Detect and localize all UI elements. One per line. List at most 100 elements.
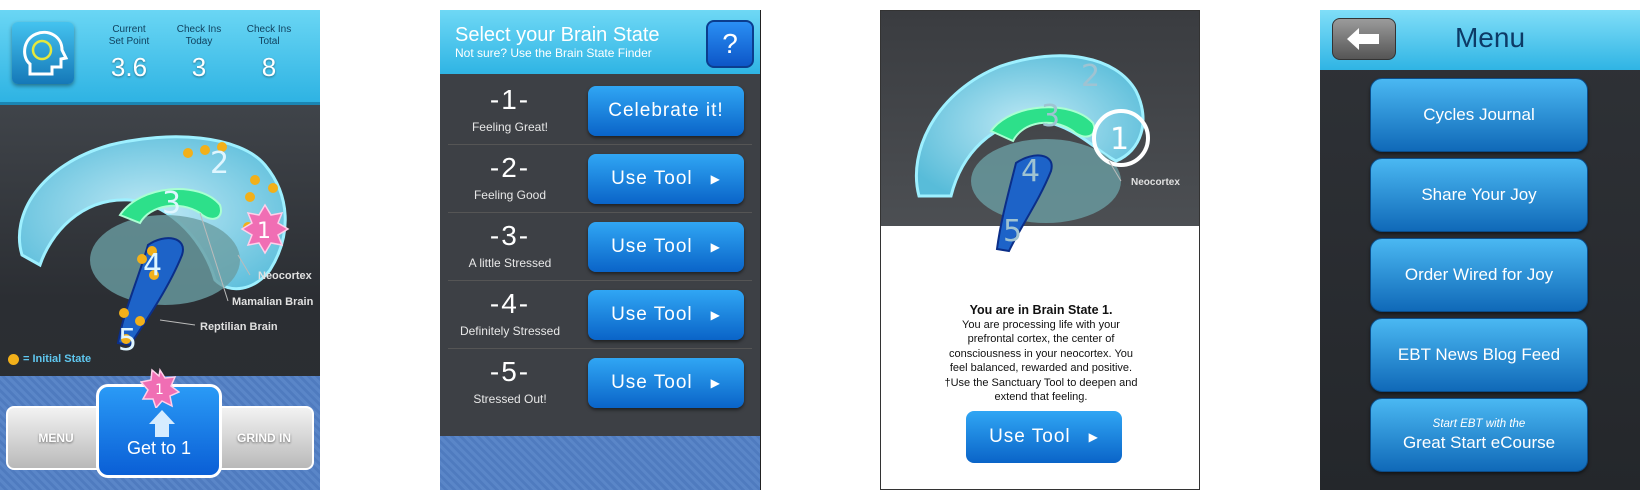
stat-check-ins-today: Check Ins Today 3 (164, 24, 234, 83)
up-arrow-icon (149, 410, 175, 424)
home-screen: Current Set Point 3.6 Check Ins Today 3 … (0, 10, 320, 490)
menu-item-label: Order Wired for Joy (1404, 265, 1554, 284)
description-line: prefrontal cortex, the center of (967, 333, 1115, 345)
description-line: extend that feeling. (994, 391, 1088, 403)
brainstem-dot (119, 308, 129, 318)
state-name: Definitely Stressed (459, 324, 561, 338)
brain-diagram: 2 3 1 4 5 Neocortex (914, 54, 1180, 253)
star-badge-number: 1 (155, 382, 164, 398)
state-name: Stressed Out! (473, 392, 547, 406)
use-tool-button[interactable]: Use Tool ▶ (588, 290, 744, 340)
select-state-header: Select your Brain State Not sure? Use th… (440, 10, 760, 74)
stat-check-ins-total: Check Ins Total 8 (234, 24, 304, 83)
home-toolbar: MENU GRIND IN Get to 1 1 (0, 368, 320, 490)
stat-value: 3.6 (110, 52, 148, 82)
play-arrow-icon: ▶ (1088, 430, 1099, 444)
state-row-1: -1- Feeling Great! Celebrate it! (448, 76, 752, 145)
stat-current-set-point: Current Set Point 3.6 (94, 24, 164, 83)
menu-header: Menu (1320, 10, 1640, 70)
neocortex-dot (268, 183, 278, 193)
page-subtitle: Not sure? Use the Brain State Finder (455, 46, 652, 60)
state-row-3: -3- A little Stressed Use Tool ▶ (448, 212, 752, 281)
page-title: Menu (1454, 22, 1526, 53)
state-heading: You are in Brain State 1. (969, 303, 1113, 317)
use-tool-button[interactable]: Use Tool ▶ (588, 222, 744, 272)
up-arrow-stem (155, 423, 169, 437)
description-line: †Use the Sanctuary Tool to deepen and (944, 376, 1138, 389)
legend: = Initial State (8, 353, 91, 365)
neocortex-dot (250, 175, 260, 185)
menu-item-share-your-joy[interactable]: Share Your Joy (1370, 158, 1588, 232)
state-number: -1- (489, 84, 531, 115)
state-number: -2- (489, 152, 531, 183)
state-name: A little Stressed (468, 256, 552, 270)
brain-number-1: 1 (257, 219, 271, 244)
pointer-line (159, 319, 196, 326)
star-badge-icon: 1 (140, 368, 180, 408)
description-line: consciousness in your neocortex. You (948, 347, 1134, 360)
menu-button[interactable]: MENU (6, 406, 106, 470)
head-profile-icon[interactable] (12, 22, 74, 84)
button-label: Celebrate it! (608, 100, 724, 121)
menu-item-label: Share Your Joy (1421, 185, 1537, 204)
stat-label: Total (258, 36, 280, 47)
play-arrow-icon: ▶ (710, 376, 721, 390)
menu-item-label: EBT News Blog Feed (1397, 345, 1561, 364)
brain-diagram: 2 3 1 4 5 Neocortex Mamalian Brain Repti… (17, 135, 314, 358)
brain-number-2: 2 (1081, 59, 1100, 94)
state-name: Feeling Good (473, 188, 547, 202)
brain-number-2: 2 (210, 146, 229, 181)
brain-number-3: 3 (1041, 99, 1060, 134)
label-neocortex: Neocortex (1131, 177, 1180, 188)
stat-label: Set Point (108, 36, 150, 47)
brain-number-4: 4 (143, 248, 162, 283)
play-arrow-icon: ▶ (710, 308, 721, 322)
neocortex-dot (200, 145, 210, 155)
button-label: Use Tool (611, 372, 693, 393)
button-label: Use Tool (611, 168, 693, 189)
button-label: Use Tool (611, 236, 693, 257)
state-number: -5- (489, 356, 531, 387)
use-tool-button[interactable]: Use Tool ▶ (588, 358, 744, 408)
state-description: You are in Brain State 1. You are proces… (921, 303, 1161, 405)
menu-item-ebt-news-blog-feed[interactable]: EBT News Blog Feed (1370, 318, 1588, 392)
state-number: -3- (489, 220, 531, 251)
label-mamalian-brain: Mamalian Brain (232, 296, 314, 308)
brain-number-5: 5 (118, 323, 137, 358)
page-title: Select your Brain State (455, 24, 660, 46)
initial-state-dot-icon (8, 353, 19, 365)
state-row-5: -5- Stressed Out! Use Tool ▶ (448, 348, 752, 416)
brain-state-detail-screen: 2 3 1 4 5 Neocortex You are in Brain Sta… (880, 10, 1200, 490)
state-row-4: -4- Definitely Stressed Use Tool ▶ (448, 280, 752, 349)
use-tool-button[interactable]: Use Tool ▶ (588, 154, 744, 204)
back-button[interactable] (1332, 18, 1396, 60)
button-label: Use Tool (989, 426, 1071, 447)
menu-item-label: Cycles Journal (1423, 105, 1535, 124)
menu-item-great-start-ecourse[interactable]: Start EBT with the Great Start eCourse (1370, 398, 1588, 472)
select-state-screen: Select your Brain State Not sure? Use th… (440, 10, 761, 490)
neocortex-dot (183, 148, 193, 158)
description-line: feel balanced, rewarded and positive. (949, 362, 1133, 374)
stat-label: Check Ins (176, 24, 222, 35)
brain-number-1: 1 (1110, 122, 1129, 157)
label-neocortex: Neocortex (258, 270, 313, 282)
play-arrow-icon: ▶ (710, 172, 721, 186)
button-label: Use Tool (611, 304, 693, 325)
neocortex-dot (245, 192, 255, 202)
menu-item-order-wired-for-joy[interactable]: Order Wired for Joy (1370, 238, 1588, 312)
home-header: Current Set Point 3.6 Check Ins Today 3 … (0, 10, 320, 105)
celebrate-button[interactable]: Celebrate it! (588, 86, 744, 136)
grind-in-button[interactable]: GRIND IN (214, 406, 314, 470)
use-tool-button[interactable]: Use Tool ▶ (966, 411, 1122, 463)
description-line: You are processing life with your (962, 318, 1120, 331)
play-arrow-icon: ▶ (710, 240, 721, 254)
select-state-footer (440, 436, 760, 490)
brain-number-4: 4 (1021, 154, 1040, 189)
menu-item-cycles-journal[interactable]: Cycles Journal (1370, 78, 1588, 152)
state-name: Feeling Great! (471, 120, 549, 134)
help-button[interactable]: ? (706, 20, 754, 68)
menu-item-label: Great Start eCourse (1402, 432, 1556, 452)
get-to-1-label: Get to 1 (126, 438, 192, 458)
state-row-2: -2- Feeling Good Use Tool ▶ (448, 144, 752, 213)
stat-label: Current (112, 24, 146, 35)
